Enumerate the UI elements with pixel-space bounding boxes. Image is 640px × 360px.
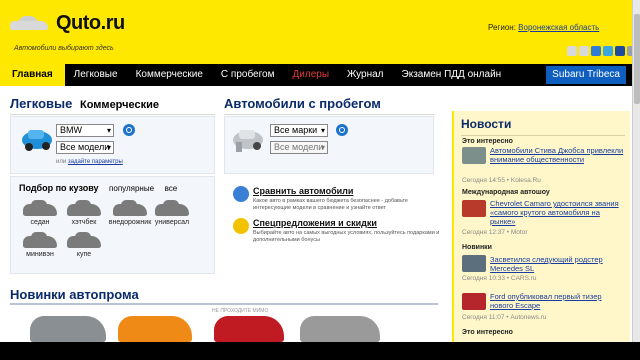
news-title: Новости bbox=[461, 117, 512, 131]
divider bbox=[10, 303, 438, 305]
body-type-heading: Подбор по кузову популярные все bbox=[19, 183, 177, 193]
logo[interactable]: Quto.ru bbox=[8, 12, 125, 35]
compare-link[interactable]: Сравнить автомобили bbox=[253, 186, 353, 196]
region-label: Регион: bbox=[488, 23, 516, 32]
body-type-title: Подбор по кузову bbox=[19, 183, 99, 193]
news-category: Новинки bbox=[462, 244, 492, 251]
facebook-icon[interactable] bbox=[615, 46, 625, 56]
used-cars-title: Автомобили с пробегом bbox=[224, 96, 381, 111]
divider bbox=[461, 135, 625, 136]
news-meta: Сегодня 12:37 • Motor bbox=[462, 229, 528, 236]
scrollbar-thumb[interactable] bbox=[634, 14, 640, 104]
news-category: Это интересно bbox=[462, 138, 513, 145]
params-hint: или задайте параметры bbox=[56, 159, 123, 165]
body-minivan-label: минивэн bbox=[26, 251, 54, 258]
offers-link[interactable]: Спецпредложения и скидки bbox=[253, 218, 377, 228]
nav-exam[interactable]: Экзамен ПДД онлайн bbox=[393, 64, 511, 86]
region-link[interactable]: Воронежская область bbox=[518, 23, 599, 32]
bookmark-icon[interactable] bbox=[579, 46, 589, 56]
body-hatchback-label: хэтчбек bbox=[71, 219, 97, 226]
news-thumb[interactable] bbox=[462, 255, 486, 272]
nav-journal[interactable]: Журнал bbox=[338, 64, 393, 86]
blue-car-icon bbox=[22, 130, 52, 151]
used-model-select[interactable]: Все модели bbox=[270, 141, 328, 154]
body-coupe[interactable]: купе bbox=[62, 232, 106, 258]
nav-dealers[interactable]: Дилеры bbox=[284, 64, 339, 86]
logo-tagline: Автомобили выбирают здесь bbox=[14, 45, 114, 52]
body-minivan[interactable]: минивэн bbox=[18, 232, 62, 258]
sale-icon bbox=[233, 218, 249, 234]
divider bbox=[10, 114, 215, 115]
vk-icon[interactable] bbox=[591, 46, 601, 56]
brand-select[interactable]: BMW bbox=[56, 124, 114, 137]
grey-car-icon bbox=[233, 130, 263, 152]
sedan-icon bbox=[23, 200, 57, 216]
nav-promo-subaru[interactable]: Subaru Tribeca bbox=[546, 66, 626, 84]
offers-desc: Выбирайте авто на самых выгодных условия… bbox=[253, 230, 440, 243]
compare-icon bbox=[233, 186, 249, 202]
filter-popular[interactable]: популярные bbox=[109, 184, 154, 193]
new-car-thumb[interactable] bbox=[300, 316, 380, 342]
minivan-icon bbox=[23, 232, 57, 248]
ad-label: НЕ ПРОХОДИТЕ МИМО bbox=[212, 308, 269, 314]
news-category: Международная автошоу bbox=[462, 189, 550, 196]
news-thumb[interactable] bbox=[462, 147, 486, 164]
new-models-title: Новинки автопрома bbox=[10, 287, 139, 302]
body-suv[interactable]: внедорожник bbox=[108, 200, 152, 226]
body-hatchback[interactable]: хэтчбек bbox=[62, 200, 106, 226]
tab-commercial[interactable]: Коммерческие bbox=[80, 99, 159, 111]
vertical-scrollbar[interactable] bbox=[632, 0, 640, 342]
new-car-thumb[interactable] bbox=[30, 316, 106, 342]
body-wagon[interactable]: универсал bbox=[150, 200, 194, 226]
nav-commercial[interactable]: Коммерческие bbox=[127, 64, 212, 86]
body-wagon-label: универсал bbox=[154, 219, 190, 226]
used-search-icon[interactable] bbox=[336, 124, 348, 136]
hatchback-icon bbox=[67, 200, 101, 216]
nav-used[interactable]: С пробегом bbox=[212, 64, 284, 86]
site-header: Quto.ru Автомобили выбирают здесь Регион… bbox=[0, 0, 637, 64]
car-type-tabs: Легковые Коммерческие bbox=[10, 96, 159, 111]
social-icons bbox=[567, 46, 637, 56]
news-sidebar: Новости Это интересно Автомобили Стива Д… bbox=[452, 111, 630, 342]
filter-all[interactable]: все bbox=[165, 184, 178, 193]
wagon-icon bbox=[155, 200, 189, 216]
model-select[interactable]: Все модели bbox=[56, 141, 114, 154]
twitter-icon[interactable] bbox=[603, 46, 613, 56]
tab-cars[interactable]: Легковые bbox=[10, 96, 72, 111]
body-sedan[interactable]: седан bbox=[18, 200, 62, 226]
body-sedan-label: седан bbox=[30, 219, 50, 226]
main-nav: Главная Легковые Коммерческие С пробегом… bbox=[0, 64, 632, 86]
nav-cars[interactable]: Легковые bbox=[65, 64, 127, 86]
search-icon[interactable] bbox=[123, 124, 135, 136]
coupe-icon bbox=[67, 232, 101, 248]
body-suv-label: внедорожник bbox=[108, 219, 152, 226]
suv-icon bbox=[113, 200, 147, 216]
news-meta: Сегодня 10:33 • CARS.ru bbox=[462, 275, 537, 282]
news-link[interactable]: Chevrolet Camaro удостоился звания «само… bbox=[490, 199, 625, 226]
params-link[interactable]: задайте параметры bbox=[68, 159, 123, 165]
news-thumb[interactable] bbox=[462, 200, 486, 217]
news-link[interactable]: Ford опубликовал первый тизер нового Esc… bbox=[490, 292, 625, 310]
region-selector: Регион: Воронежская область bbox=[488, 23, 599, 32]
nav-home[interactable]: Главная bbox=[0, 64, 65, 86]
compare-desc: Какое авто в рамках вашего бюджета безоп… bbox=[253, 198, 408, 211]
browser-viewport: Quto.ru Автомобили выбирают здесь Регион… bbox=[0, 0, 640, 342]
logo-text: Quto.ru bbox=[56, 12, 125, 34]
divider bbox=[224, 114, 434, 115]
news-link[interactable]: Засветился следующий родстер Mercedes SL bbox=[490, 255, 625, 273]
news-link[interactable]: Автомобили Стива Джобса привлекли вниман… bbox=[490, 146, 625, 164]
body-coupe-label: купе bbox=[76, 251, 92, 258]
new-car-thumb[interactable] bbox=[214, 316, 284, 342]
home-icon[interactable] bbox=[567, 46, 577, 56]
news-meta: Сегодня 11:07 • Autonews.ru bbox=[462, 314, 547, 321]
news-meta: Сегодня 14:55 • Kolesa.Ru bbox=[462, 177, 541, 184]
new-car-thumb[interactable] bbox=[118, 316, 192, 342]
used-brand-select[interactable]: Все марки bbox=[270, 124, 328, 137]
logo-car-icon bbox=[8, 15, 52, 33]
news-category: Это интересно bbox=[462, 329, 513, 336]
news-thumb[interactable] bbox=[462, 293, 486, 310]
params-prefix: или bbox=[56, 159, 67, 165]
